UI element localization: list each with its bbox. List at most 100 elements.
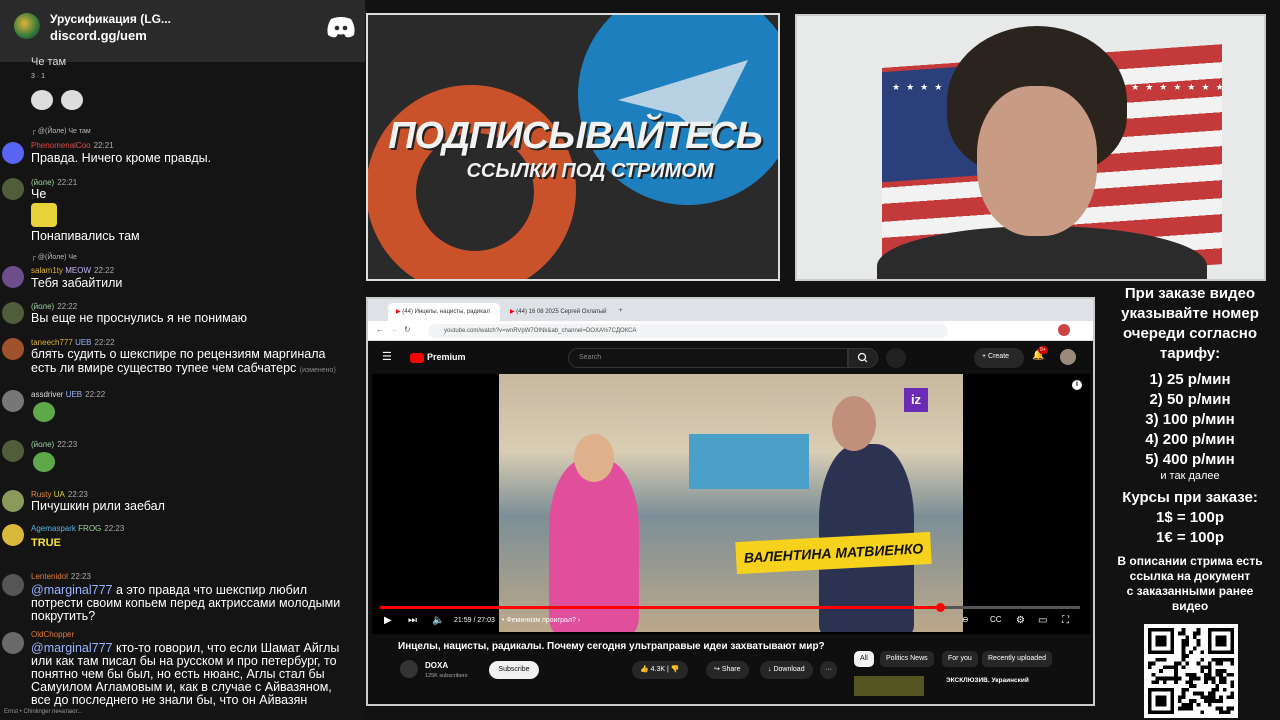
next-icon[interactable]: ⏭ bbox=[408, 615, 417, 626]
message-text: Правда. Ничего кроме правды. bbox=[31, 151, 212, 165]
server-title: Урусификация (LG... bbox=[50, 12, 171, 26]
back-icon[interactable]: ← bbox=[376, 325, 384, 334]
webcam-feed: ★★★★★★★★★★★★★★★★★★★★★★★★ bbox=[795, 14, 1266, 281]
search-icon bbox=[857, 352, 868, 363]
username: salam1ty MEOW 22:22 bbox=[31, 266, 115, 275]
voice-search-icon[interactable] bbox=[886, 348, 906, 368]
message-text: блять судить о шекспире по рецензиям мар… bbox=[31, 347, 326, 361]
autoplay-toggle[interactable]: ⊖ bbox=[962, 615, 969, 624]
reload-icon[interactable]: ↻ bbox=[404, 325, 411, 334]
video-frame[interactable]: iz ВАЛЕНТИНА МАТВИЕНКО bbox=[499, 374, 963, 632]
profile-icon[interactable] bbox=[1058, 324, 1070, 336]
avatar bbox=[2, 142, 24, 164]
message-text: Тебя забайтили bbox=[31, 276, 123, 290]
reply-reference: ┌ @(Йоле) Че там bbox=[31, 128, 91, 135]
discord-header: Урусификация (LG... discord.gg/uem bbox=[0, 0, 365, 62]
progress-fill bbox=[380, 606, 940, 609]
chapter-label[interactable]: • Феминизм проиграл? › bbox=[502, 617, 580, 624]
player-controls: ▶ ⏭ 🔈 21:59 / 27:03 • Феминизм проиграл?… bbox=[372, 612, 1090, 632]
share-button[interactable]: ↪ Share bbox=[706, 661, 749, 679]
download-button[interactable]: ↓ Download bbox=[760, 661, 813, 679]
browser-window: ▶ (44) Инцелы, нацисты, радикал ▶ (44) 1… bbox=[366, 297, 1095, 706]
streamer-face bbox=[977, 86, 1097, 236]
chip-recently-uploaded[interactable]: Recently uploaded bbox=[982, 651, 1052, 667]
price-item: 4) 200 р/мин bbox=[1145, 431, 1235, 448]
price-etc: и так далее bbox=[1160, 470, 1220, 482]
server-url: discord.gg/uem bbox=[50, 28, 147, 43]
message-text: Че bbox=[31, 187, 47, 201]
message-text: Вы еще не проснулись я не понимаю bbox=[31, 311, 248, 325]
progress-handle[interactable] bbox=[936, 603, 945, 612]
price-item: 3) 100 р/мин bbox=[1145, 411, 1235, 428]
more-actions-button[interactable]: ··· bbox=[820, 661, 837, 679]
video-player[interactable]: iz ВАЛЕНТИНА МАТВИЕНКО i ▶ ⏭ 🔈 21:59 / 2… bbox=[372, 374, 1090, 634]
exchange-rates: Курсы при заказе: 1$ = 100р 1€ = 100р bbox=[1122, 489, 1258, 546]
chip-all[interactable]: All bbox=[854, 651, 874, 667]
subscriber-count: 125K subscribers bbox=[425, 673, 468, 679]
subtitles-icon[interactable]: CC bbox=[990, 615, 1002, 624]
avatar bbox=[2, 490, 24, 512]
emote bbox=[31, 203, 57, 227]
fullscreen-icon[interactable]: ⛶ bbox=[1062, 615, 1069, 626]
recommended-thumbnail[interactable] bbox=[854, 676, 924, 696]
message-text: Пичушкин рили заебал bbox=[31, 499, 165, 513]
subscribe-button[interactable]: Subscribe bbox=[489, 661, 539, 679]
username: Agemaspark FROG 22:23 bbox=[31, 524, 125, 533]
price-item: 5) 400 р/мин bbox=[1145, 451, 1235, 468]
avatar bbox=[2, 390, 24, 412]
menu-icon[interactable]: ☰ bbox=[382, 350, 392, 363]
chip-politics-news[interactable]: Politics News bbox=[880, 651, 934, 667]
recommended-title[interactable]: ЭКСКЛЮЗИВ. Украинский bbox=[946, 677, 1029, 684]
like-button[interactable]: 👍 4.3K | 👎 bbox=[632, 661, 688, 679]
url-field[interactable]: youtube.com/watch?v=wnRVpW7OINk&ab_chann… bbox=[428, 324, 948, 338]
username: Rusty UA 22:23 bbox=[31, 490, 88, 499]
search-button[interactable] bbox=[848, 348, 878, 368]
avatar bbox=[2, 302, 24, 324]
username: assdriver UEB 22:22 bbox=[31, 390, 106, 399]
chat-panel: Урусификация (LG... discord.gg/uem Че та… bbox=[0, 0, 365, 720]
pepe-emote bbox=[33, 402, 55, 422]
channel-name[interactable]: DOXA bbox=[425, 661, 448, 670]
price-item: 2) 50 р/мин bbox=[1149, 391, 1231, 408]
username: (йоле) 22:21 bbox=[31, 178, 78, 187]
progress-bar[interactable] bbox=[380, 603, 1080, 612]
tab-youtube-1[interactable]: ▶ (44) Инцелы, нацисты, радикал bbox=[388, 303, 500, 321]
woman-head bbox=[574, 434, 614, 482]
chip-for-you[interactable]: For you bbox=[942, 651, 978, 667]
theater-mode-icon[interactable]: ▭ bbox=[1038, 615, 1047, 626]
username: taneech777 UEB 22:22 bbox=[31, 338, 115, 347]
message-text: покрутить? bbox=[31, 609, 96, 623]
youtube-logo-icon[interactable] bbox=[410, 353, 424, 363]
search-input[interactable]: Search bbox=[568, 348, 848, 368]
banner-subtitle: ССЫЛКИ ПОД СТРИМОМ bbox=[466, 160, 714, 182]
message-text: Че там bbox=[31, 56, 67, 68]
address-bar: ← → ↻ youtube.com/watch?v=wnRVpW7OINk&ab… bbox=[368, 321, 1093, 341]
stream-layout: Урусификация (LG... discord.gg/uem Че та… bbox=[0, 0, 1280, 720]
channel-avatar[interactable] bbox=[400, 660, 418, 678]
video-background-screen bbox=[689, 434, 809, 489]
message-text: есть ли вмире существо тупее чем сабчате… bbox=[31, 361, 336, 375]
play-icon[interactable]: ▶ bbox=[384, 615, 392, 626]
avatar bbox=[2, 574, 24, 596]
username: Lentenidol 22:23 bbox=[31, 572, 91, 581]
username: (йоле) 22:22 bbox=[31, 302, 78, 311]
notification-badge: 9+ bbox=[1038, 346, 1048, 354]
youtube-header: ☰ Premium Search + Create 🔔 9+ bbox=[368, 342, 1093, 374]
reactions[interactable]: 3 · 1 bbox=[31, 73, 45, 80]
forward-icon[interactable]: → bbox=[390, 325, 398, 334]
subscribe-banner: ПОДПИСЫВАЙТЕСЬ ССЫЛКИ ПОД СТРИМОМ bbox=[366, 13, 780, 281]
discord-icon bbox=[327, 17, 355, 38]
iz-logo: iz bbox=[904, 388, 928, 412]
new-tab-button[interactable]: + bbox=[616, 303, 630, 321]
settings-icon[interactable]: ⚙ bbox=[1016, 615, 1025, 626]
create-button[interactable]: + Create bbox=[974, 348, 1024, 368]
account-avatar[interactable] bbox=[1060, 349, 1076, 365]
tab-bar: ▶ (44) Инцелы, нацисты, радикал ▶ (44) 1… bbox=[368, 299, 1093, 321]
info-icon[interactable]: i bbox=[1072, 380, 1082, 390]
time-display: 21:59 / 27:03 bbox=[454, 617, 495, 624]
tab-youtube-2[interactable]: ▶ (44) 16 08 2025 Сергей Охлатый bbox=[502, 303, 614, 321]
true-emote: TRUE bbox=[31, 537, 61, 549]
volume-icon[interactable]: 🔈 bbox=[432, 615, 444, 626]
description-note: В описании стрима есть ссылка на документ… bbox=[1117, 554, 1263, 613]
server-avatar bbox=[14, 13, 40, 39]
